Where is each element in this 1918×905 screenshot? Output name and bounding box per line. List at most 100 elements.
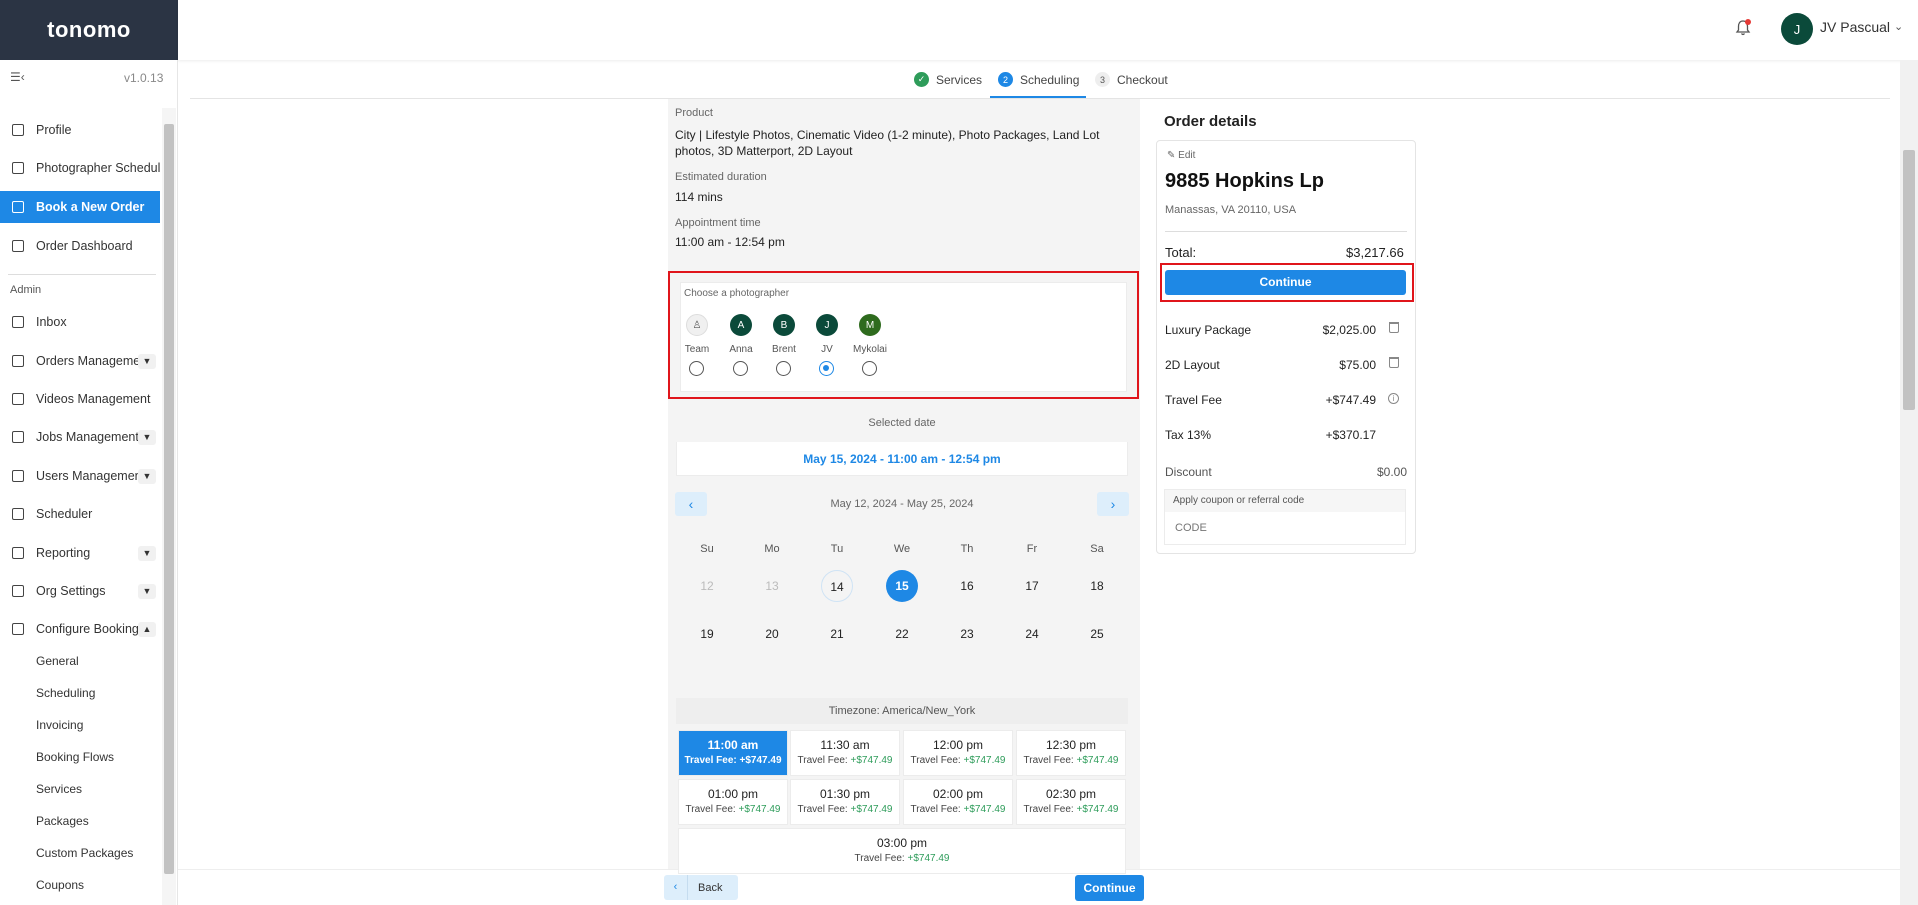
coupon-input[interactable] — [1165, 512, 1405, 544]
day-of-week-label: Th — [960, 543, 974, 555]
sidebar-item-label: Book a New Order — [36, 200, 145, 214]
sub-item-coupons[interactable]: Coupons — [36, 878, 84, 892]
calendar-day[interactable]: 18 — [1081, 570, 1113, 602]
chevron-up-icon[interactable]: ▲ — [138, 622, 156, 637]
user-name[interactable]: JV Pascual — [1820, 19, 1890, 35]
calendar-day[interactable]: 14 — [821, 570, 853, 602]
time-slot[interactable]: 01:00 pm Travel Fee: +$747.49 — [678, 779, 788, 825]
app-version: v1.0.13 — [124, 71, 164, 85]
time-slot[interactable]: 01:30 pm Travel Fee: +$747.49 — [790, 779, 900, 825]
time-slot[interactable]: 02:00 pm Travel Fee: +$747.49 — [903, 779, 1013, 825]
back-button-label: Back — [698, 881, 723, 894]
chevron-down-icon[interactable]: ▼ — [138, 469, 156, 484]
edit-label: Edit — [1178, 150, 1196, 161]
step-checkout[interactable]: 3 Checkout — [1095, 72, 1168, 87]
photographer-radio[interactable] — [689, 361, 704, 376]
calendar-day[interactable]: 23 — [951, 618, 983, 650]
page-scrollbar-thumb[interactable] — [1903, 150, 1915, 410]
sidebar-item-org-settings[interactable]: Org Settings ▼ — [0, 575, 160, 607]
time-slot[interactable]: 12:00 pm Travel Fee: +$747.49 — [903, 730, 1013, 776]
continue-button[interactable]: Continue — [1075, 875, 1144, 901]
sub-item-booking-flows[interactable]: Booking Flows — [36, 750, 114, 764]
sub-item-custom-packages[interactable]: Custom Packages — [36, 846, 133, 860]
sidebar-item-book-order[interactable]: Book a New Order — [0, 191, 160, 223]
calendar-day[interactable]: 24 — [1016, 618, 1048, 650]
top-bar — [178, 0, 1918, 60]
notification-bell-icon[interactable] — [1734, 18, 1752, 38]
photographer-radio[interactable] — [819, 361, 834, 376]
calendar-icon — [12, 162, 24, 174]
time-slot[interactable]: 12:30 pm Travel Fee: +$747.49 — [1016, 730, 1126, 776]
sidebar-scrollbar-thumb[interactable] — [164, 124, 174, 874]
line-item-value: $75.00 — [1339, 358, 1376, 372]
sidebar-item-inbox[interactable]: Inbox — [0, 306, 160, 338]
sidebar-item-order-dashboard[interactable]: Order Dashboard — [0, 230, 160, 262]
time-slot[interactable]: 03:00 pm Travel Fee: +$747.49 — [678, 828, 1126, 874]
photographer-avatar[interactable]: A — [730, 314, 752, 336]
sidebar-item-profile[interactable]: Profile — [0, 114, 160, 146]
chevron-down-icon[interactable]: ▼ — [138, 430, 156, 445]
time-slot[interactable]: 02:30 pm Travel Fee: +$747.49 — [1016, 779, 1126, 825]
sidebar-item-scheduler[interactable]: Scheduler — [0, 498, 160, 530]
app-logo[interactable]: tonomo — [47, 17, 131, 43]
sub-item-services[interactable]: Services — [36, 782, 82, 796]
chevron-down-icon[interactable]: ▼ — [138, 546, 156, 561]
photographer-name: Anna — [729, 344, 753, 355]
sub-item-invoicing[interactable]: Invoicing — [36, 718, 83, 732]
edit-link[interactable]: ✎ Edit — [1167, 150, 1195, 161]
discount-label: Discount — [1165, 465, 1212, 479]
team-icon[interactable]: ♙ — [686, 314, 708, 336]
sidebar-item-photographer-schedule[interactable]: Photographer Schedule — [0, 152, 160, 184]
user-avatar[interactable]: J — [1781, 13, 1813, 45]
sidebar-item-users-management[interactable]: Users Management ▼ — [0, 460, 160, 492]
step-scheduling[interactable]: 2 Scheduling — [998, 72, 1079, 87]
photographer-name: Team — [684, 344, 710, 355]
photographer-radio[interactable] — [862, 361, 877, 376]
sub-item-scheduling[interactable]: Scheduling — [36, 686, 95, 700]
book-icon — [12, 201, 24, 213]
appointment-label: Appointment time — [675, 217, 761, 229]
fee-value: +$747.49 — [738, 804, 781, 815]
calendar-day[interactable]: 15 — [886, 570, 918, 602]
time-slot[interactable]: 11:30 am Travel Fee: +$747.49 — [790, 730, 900, 776]
photographer-radio[interactable] — [776, 361, 791, 376]
sidebar-item-orders-management[interactable]: Orders Management ▼ — [0, 345, 160, 377]
sidebar-item-configure-booking[interactable]: Configure Booking ▲ — [0, 613, 160, 645]
photographer-avatar[interactable]: B — [773, 314, 795, 336]
info-icon[interactable]: i — [1388, 393, 1399, 404]
calendar-day[interactable]: 22 — [886, 618, 918, 650]
calendar-day[interactable]: 17 — [1016, 570, 1048, 602]
photographer-radio[interactable] — [733, 361, 748, 376]
time-slot-time: 01:30 pm — [819, 787, 871, 801]
trash-icon[interactable] — [1389, 357, 1399, 368]
sidebar-item-videos-management[interactable]: Videos Management — [0, 383, 160, 415]
order-continue-button[interactable]: Continue — [1165, 270, 1406, 295]
sidebar-item-label: Orders Management — [36, 354, 151, 368]
next-week-button[interactable]: › — [1097, 492, 1129, 516]
step-label: Checkout — [1117, 72, 1168, 87]
sidebar-item-reporting[interactable]: Reporting ▼ — [0, 537, 160, 569]
calendar-day[interactable]: 20 — [756, 618, 788, 650]
time-slot-fee: Travel Fee: +$747.49 — [904, 755, 1012, 766]
chevron-down-icon[interactable]: ▼ — [138, 354, 156, 369]
back-button[interactable]: ‹ Back — [664, 875, 738, 900]
calendar-day[interactable]: 19 — [691, 618, 723, 650]
chevron-down-icon[interactable]: ⌄ — [1894, 20, 1903, 33]
gear-icon — [12, 585, 24, 597]
sub-item-general[interactable]: General — [36, 654, 79, 668]
fee-value: +$747.49 — [850, 755, 893, 766]
check-icon: ✓ — [914, 72, 929, 87]
calendar-day[interactable]: 16 — [951, 570, 983, 602]
photographer-avatar[interactable]: J — [816, 314, 838, 336]
sidebar-item-jobs-management[interactable]: Jobs Management ▼ — [0, 421, 160, 453]
sub-item-packages[interactable]: Packages — [36, 814, 89, 828]
collapse-sidebar-icon[interactable]: ☰‹ — [10, 70, 25, 84]
calendar-day[interactable]: 25 — [1081, 618, 1113, 650]
time-slot[interactable]: 11:00 am Travel Fee: +$747.49 — [678, 730, 788, 776]
trash-icon[interactable] — [1389, 322, 1399, 333]
step-services[interactable]: ✓ Services — [914, 72, 982, 87]
calendar-day[interactable]: 21 — [821, 618, 853, 650]
logo-bar: tonomo — [0, 0, 178, 60]
photographer-avatar[interactable]: M — [859, 314, 881, 336]
chevron-down-icon[interactable]: ▼ — [138, 584, 156, 599]
